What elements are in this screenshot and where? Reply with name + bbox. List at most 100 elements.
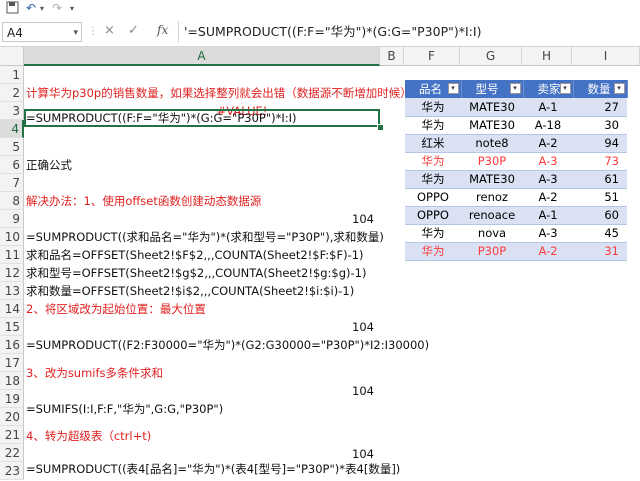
cell-a21[interactable]: 104	[24, 382, 380, 400]
cell-seller[interactable]: A-1	[523, 206, 573, 225]
row-header[interactable]: 14	[0, 300, 24, 318]
cell-name[interactable]: 华为	[405, 170, 461, 189]
row-header[interactable]: 7	[0, 174, 24, 192]
row-header[interactable]: 21	[0, 426, 24, 444]
fill-handle[interactable]	[377, 124, 384, 131]
insert-function-icon[interactable]: fx	[157, 23, 168, 37]
cell-model[interactable]: MATE30	[461, 170, 523, 189]
cell-a20[interactable]: 3、改为sumifs多条件求和	[24, 364, 380, 382]
cell-name[interactable]: 华为	[405, 242, 461, 261]
row-header[interactable]: 3	[0, 102, 24, 120]
row-header[interactable]: 11	[0, 246, 24, 264]
undo-icon[interactable]: ↶	[26, 1, 36, 15]
cell-a17[interactable]: 104	[24, 318, 380, 336]
cell-name[interactable]: 华为	[405, 98, 461, 117]
cell-qty[interactable]: 45	[573, 224, 627, 243]
cell-qty[interactable]: 61	[573, 170, 627, 189]
table-row-highlight[interactable]: 华为 P30P A-3 73	[405, 152, 627, 171]
redo-icon[interactable]: ↷	[52, 1, 62, 15]
cell-a10[interactable]: 104	[24, 210, 380, 228]
column-header-f[interactable]: F	[404, 47, 460, 66]
cell-qty[interactable]: 27	[573, 98, 627, 117]
row-header[interactable]: 16	[0, 336, 24, 354]
column-header-b[interactable]: B	[380, 47, 404, 66]
row-header[interactable]: 22	[0, 444, 24, 462]
cell-seller[interactable]: A-18	[523, 116, 573, 135]
select-all-corner[interactable]	[0, 47, 24, 66]
cell-name[interactable]: 华为	[405, 116, 461, 135]
cell-model[interactable]: MATE30	[461, 98, 523, 117]
table-row[interactable]: 华为 MATE30 A-18 30	[405, 116, 627, 135]
row-header[interactable]: 1	[0, 66, 24, 84]
table-row[interactable]: 华为 MATE30 A-1 27	[405, 98, 627, 117]
cell-model[interactable]: note8	[461, 134, 523, 153]
cell-qty[interactable]: 51	[573, 188, 627, 207]
table-header-seller[interactable]: 卖家 ▾	[523, 80, 574, 98]
cell-seller[interactable]: A-3	[523, 152, 573, 171]
cell-model[interactable]: nova	[461, 224, 523, 243]
row-header[interactable]: 2	[0, 84, 24, 102]
column-header-g[interactable]: G	[460, 47, 522, 66]
row-header[interactable]: 5	[0, 138, 24, 156]
cell-name[interactable]: OPPO	[405, 188, 461, 207]
cell-a18[interactable]: =SUMPRODUCT((F2:F30000="华为")*(G2:G30000=…	[24, 336, 429, 354]
row-header[interactable]: 23	[0, 462, 24, 480]
cell-a16[interactable]: 2、将区域改为起始位置：最大位置	[24, 300, 380, 318]
cell-seller[interactable]: A-3	[523, 224, 573, 243]
cell-seller[interactable]: A-3	[523, 170, 573, 189]
dropdown-icon[interactable]: ▾	[40, 4, 44, 13]
row-header[interactable]: 6	[0, 156, 24, 174]
cell-a14[interactable]: 求和数量=OFFSET(Sheet2!$i$2,,,COUNTA(Sheet2!…	[24, 282, 380, 300]
name-box[interactable]: A4 ▾	[2, 22, 82, 42]
cell-name[interactable]: 红米	[405, 134, 461, 153]
cell-seller[interactable]: A-2	[523, 188, 573, 207]
filter-dropdown-icon[interactable]: ▾	[447, 83, 459, 94]
cell-qty[interactable]: 60	[573, 206, 627, 225]
table-row[interactable]: 华为 nova A-3 45	[405, 224, 627, 243]
cell-a7[interactable]: 正确公式	[24, 156, 380, 174]
cell-qty[interactable]: 31	[573, 242, 627, 261]
column-header-a[interactable]: A	[24, 47, 380, 66]
filter-dropdown-icon[interactable]: ▾	[559, 83, 571, 94]
row-header[interactable]: 20	[0, 408, 24, 426]
cell-a11[interactable]: =SUMPRODUCT((求和品名="华为")*(求和型号="P30P"),求和…	[24, 228, 384, 246]
cell-a9[interactable]: 解决办法：1、使用offset函数创建动态数据源	[24, 192, 380, 210]
save-icon[interactable]	[6, 1, 19, 17]
row-header[interactable]: 8	[0, 192, 24, 210]
table-header-model[interactable]: 型号 ▾	[461, 80, 524, 98]
cell-a13[interactable]: 求和型号=OFFSET(Sheet2!$g$2,,,COUNTA(Sheet2!…	[24, 264, 380, 282]
cell-model[interactable]: renoz	[461, 188, 523, 207]
cell-a22[interactable]: =SUMIFS(I:I,F:F,"华为",G:G,"P30P")	[24, 400, 380, 418]
cell-model[interactable]: renoace	[461, 206, 523, 225]
formula-bar-grip-icon[interactable]: ⋮	[88, 26, 98, 37]
row-header[interactable]: 19	[0, 390, 24, 408]
cell-model[interactable]: MATE30	[461, 116, 523, 135]
row-header[interactable]: 15	[0, 318, 24, 336]
cell-qty[interactable]: 94	[573, 134, 627, 153]
confirm-icon[interactable]: ✓	[128, 23, 139, 38]
cell-model[interactable]: P30P	[461, 242, 523, 261]
column-header-h[interactable]: H	[522, 47, 572, 66]
row-header[interactable]: 9	[0, 210, 24, 228]
table-row[interactable]: 红米 note8 A-2 94	[405, 134, 627, 153]
table-row[interactable]: OPPO renoz A-2 51	[405, 188, 627, 207]
cell-a2[interactable]: 计算华为p30p的销售数量，如果选择整列就会出错（数据源不断增加时候）	[24, 84, 412, 102]
row-header[interactable]: 18	[0, 372, 24, 390]
cell-name[interactable]: 华为	[405, 152, 461, 171]
filter-dropdown-icon[interactable]: ▾	[509, 83, 521, 94]
cell-qty[interactable]: 73	[573, 152, 627, 171]
name-box-dropdown-icon[interactable]: ▾	[73, 23, 78, 43]
filter-dropdown-icon[interactable]: ▾	[613, 83, 625, 94]
table-row[interactable]: OPPO renoace A-1 60	[405, 206, 627, 225]
row-header[interactable]: 10	[0, 228, 24, 246]
row-header[interactable]: 17	[0, 354, 24, 372]
row-header[interactable]: 12	[0, 264, 24, 282]
formula-input[interactable]: '=SUMPRODUCT((F:F="华为")*(G:G="P30P")*I:I…	[178, 21, 640, 43]
cell-name[interactable]: OPPO	[405, 206, 461, 225]
cell-a26[interactable]: =SUMPRODUCT((表4[品名]="华为")*(表4[型号]="P30P"…	[24, 460, 400, 478]
row-header[interactable]: 13	[0, 282, 24, 300]
cell-a24[interactable]: 4、转为超级表（ctrl+t)	[24, 427, 380, 445]
row-header[interactable]: 4	[0, 120, 24, 138]
cell-seller[interactable]: A-2	[523, 242, 573, 261]
table-row[interactable]: 华为 MATE30 A-3 61	[405, 170, 627, 189]
